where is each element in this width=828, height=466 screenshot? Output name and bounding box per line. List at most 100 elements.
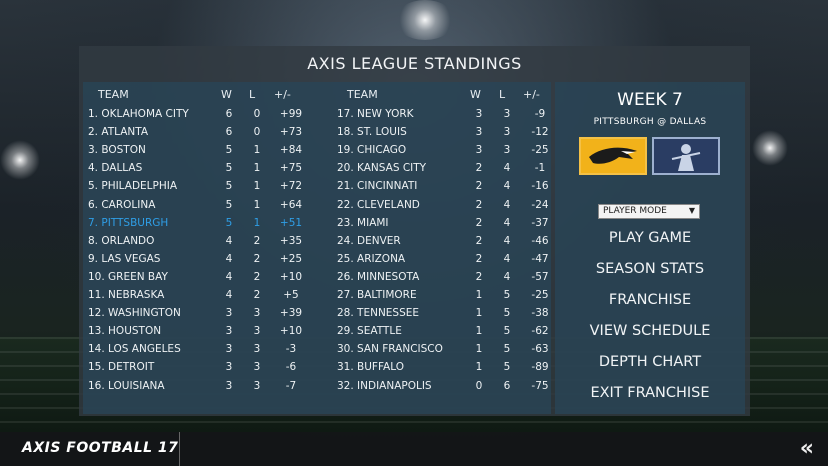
team-name: 17. NEW YORK (337, 108, 414, 120)
losses: 3 (503, 144, 511, 157)
col-pm-header: +/- (274, 88, 291, 101)
team-name: 27. BALTIMORE (337, 289, 417, 301)
table-row: 23. MIAMI 2 4 -37 (83, 217, 551, 235)
team-name: 22. CLEVELAND (337, 198, 420, 211)
wins: 1 (475, 343, 483, 356)
table-row: 30. SAN FRANCISCO 1 5 -63 (83, 343, 551, 361)
team-name: 18. ST. LOUIS (337, 126, 407, 139)
team-name: 24. DENVER (337, 234, 401, 247)
matchup-label: PITTSBURGH @ DALLAS (593, 117, 707, 127)
losses: 3 (503, 108, 511, 120)
wins: 2 (475, 270, 483, 283)
table-row: 32. INDIANAPOLIS 0 6 -75 (83, 380, 551, 398)
play-game-button[interactable]: PLAY GAME (555, 230, 745, 246)
game-title: AXIS FOOTBALL 17 (22, 440, 179, 456)
point-diff: -12 (531, 126, 549, 139)
wins: 3 (475, 144, 483, 157)
pittsburgh-logo (579, 137, 647, 175)
point-diff: -16 (531, 180, 549, 193)
franchise-button[interactable]: FRANCHISE (555, 292, 745, 308)
point-diff: -46 (531, 234, 549, 247)
wins: 2 (475, 162, 483, 175)
footer-divider (179, 432, 180, 466)
view-schedule-button[interactable]: VIEW SCHEDULE (555, 323, 745, 339)
table-row: 22. CLEVELAND 2 4 -24 (83, 199, 551, 217)
losses: 5 (503, 325, 511, 338)
team-name: 21. CINCINNATI (337, 180, 418, 193)
table-row: 17. NEW YORK 3 3 -9 (83, 108, 551, 126)
point-diff: -25 (531, 289, 549, 301)
wins: 3 (475, 108, 483, 120)
wins: 0 (475, 379, 483, 392)
team-name: 20. KANSAS CITY (337, 162, 427, 175)
table-row: 19. CHICAGO 3 3 -25 (83, 144, 551, 162)
exit-franchise-button[interactable]: EXIT FRANCHISE (555, 385, 745, 401)
losses: 4 (503, 252, 511, 265)
season-stats-button[interactable]: SEASON STATS (555, 261, 745, 277)
team-name: 31. BUFFALO (337, 361, 404, 374)
losses: 4 (503, 162, 511, 175)
table-row: 28. TENNESSEE 1 5 -38 (83, 307, 551, 325)
week-label: WEEK 7 (617, 90, 683, 110)
losses: 6 (503, 379, 511, 392)
player-mode-value: PLAYER MODE (603, 206, 667, 216)
team-name: 30. SAN FRANCISCO (337, 343, 443, 356)
point-diff: -62 (531, 325, 549, 338)
table-row: 25. ARIZONA 2 4 -47 (83, 253, 551, 271)
losses: 4 (503, 216, 511, 229)
point-diff: -57 (531, 270, 549, 283)
col-w-header: W (221, 88, 232, 101)
franchise-sidebar: WEEK 7 PITTSBURGH @ DALLAS PLAYER MODE ▼… (555, 82, 745, 414)
wins: 3 (475, 126, 483, 139)
wins: 2 (475, 234, 483, 247)
col-w-header: W (470, 88, 481, 101)
back-chevrons-icon[interactable]: « (800, 436, 814, 461)
standings-table: TEAM W L +/- TEAM W L +/- 1. OKLAHOMA CI… (83, 82, 551, 414)
team-name: 19. CHICAGO (337, 144, 407, 157)
point-diff: -1 (534, 162, 546, 175)
losses: 4 (503, 234, 511, 247)
losses: 4 (503, 270, 511, 283)
table-row: 18. ST. LOUIS 3 3 -12 (83, 126, 551, 144)
stadium-light (752, 130, 788, 166)
point-diff: -38 (531, 307, 549, 320)
wins: 2 (475, 198, 483, 211)
stadium-light (395, 0, 455, 40)
wins: 2 (475, 180, 483, 193)
losses: 5 (503, 343, 511, 356)
page-title: AXIS LEAGUE STANDINGS (307, 54, 522, 73)
point-diff: -89 (531, 361, 549, 374)
player-mode-dropdown[interactable]: PLAYER MODE ▼ (598, 204, 700, 219)
col-pm-header: +/- (523, 88, 540, 101)
wins: 1 (475, 361, 483, 374)
losses: 4 (503, 198, 511, 211)
table-row: 26. MINNESOTA 2 4 -57 (83, 271, 551, 289)
point-diff: -25 (531, 144, 549, 157)
wins: 2 (475, 216, 483, 229)
losses: 4 (503, 180, 511, 193)
table-row: 29. SEATTLE 1 5 -62 (83, 325, 551, 343)
wins: 2 (475, 252, 483, 265)
team-name: 25. ARIZONA (337, 252, 406, 265)
point-diff: -9 (534, 108, 546, 120)
chevron-down-icon: ▼ (688, 206, 695, 215)
point-diff: -63 (531, 343, 549, 356)
col-l-header: L (249, 88, 256, 101)
table-row: 21. CINCINNATI 2 4 -16 (83, 180, 551, 198)
dallas-logo (652, 137, 720, 175)
col-team-header: TEAM (347, 88, 378, 101)
losses: 5 (503, 289, 511, 301)
team-name: 32. INDIANAPOLIS (337, 379, 432, 392)
depth-chart-button[interactable]: DEPTH CHART (555, 354, 745, 370)
table-row: 20. KANSAS CITY 2 4 -1 (83, 162, 551, 180)
point-diff: -75 (531, 379, 549, 392)
wins: 1 (475, 307, 483, 320)
team-name: 28. TENNESSEE (337, 307, 420, 320)
losses: 3 (503, 126, 511, 139)
team-name: 23. MIAMI (337, 216, 389, 229)
table-row: 31. BUFFALO 1 5 -89 (83, 361, 551, 379)
footer-bar: AXIS FOOTBALL 17 « (0, 432, 828, 466)
team-name: 29. SEATTLE (337, 325, 402, 338)
losses: 5 (503, 307, 511, 320)
team-name: 26. MINNESOTA (337, 270, 420, 283)
